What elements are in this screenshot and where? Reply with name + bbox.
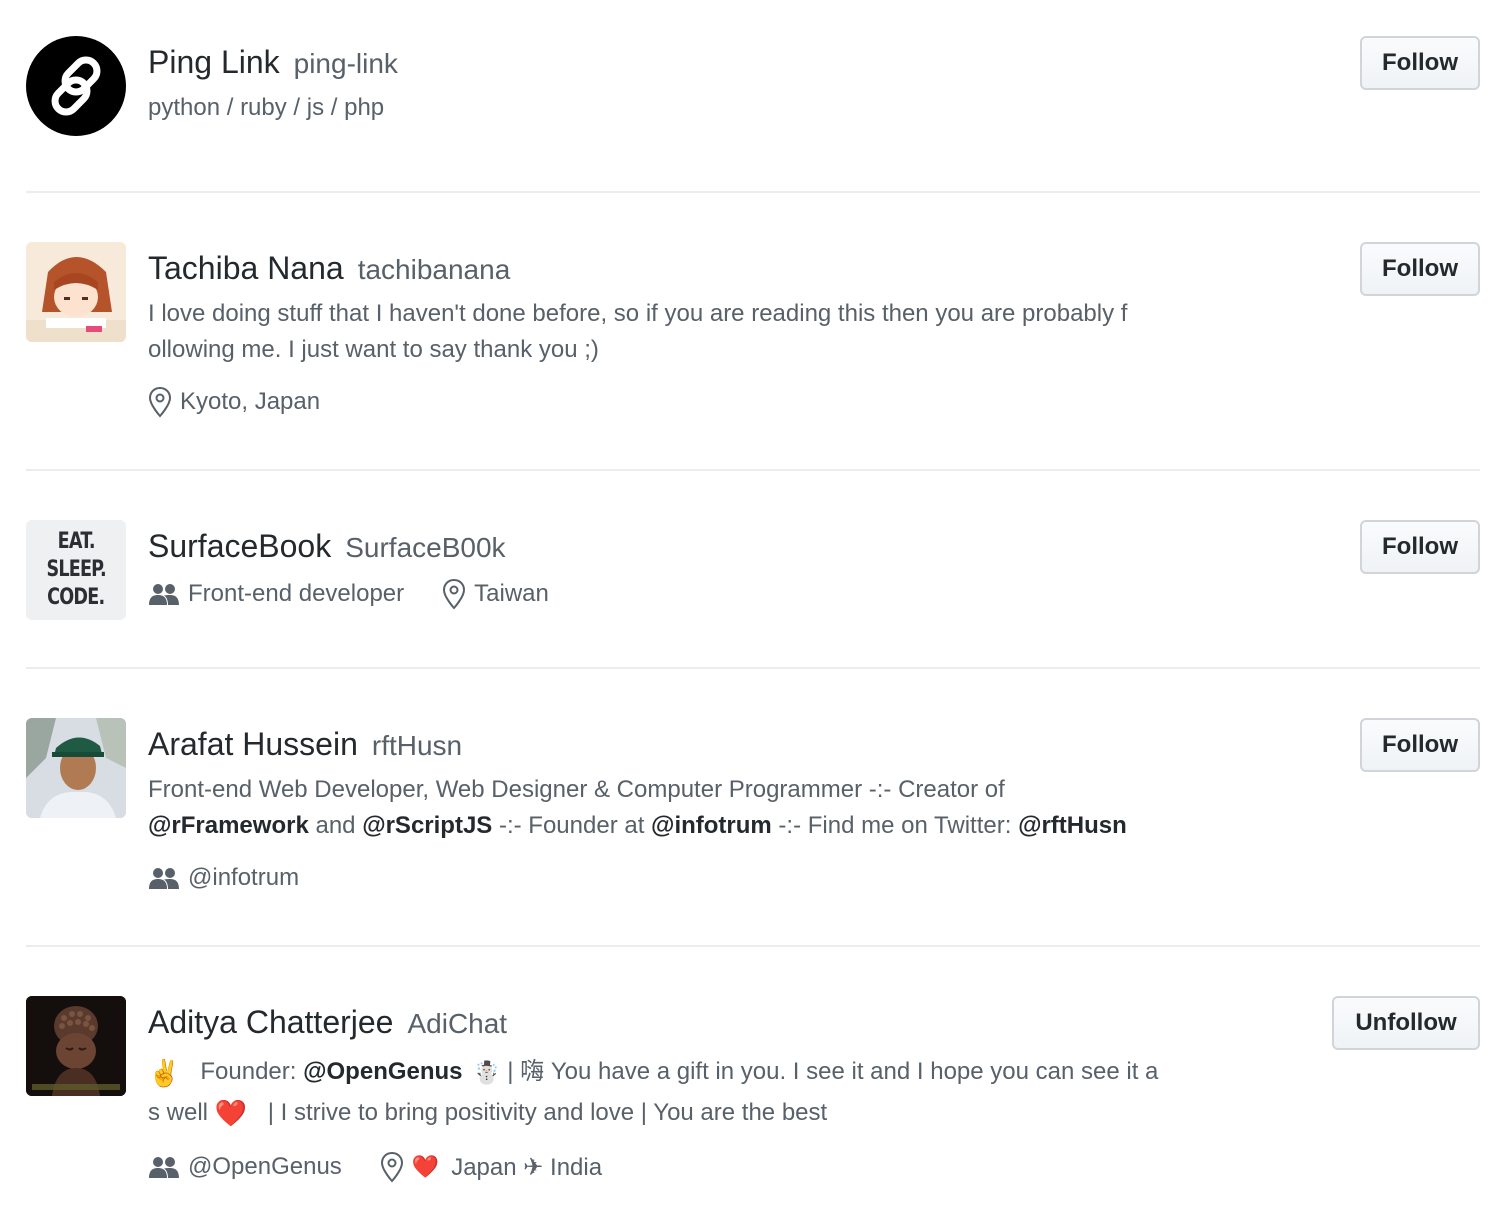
user-meta: @OpenGenus ❤️ Japan ✈ India bbox=[148, 1149, 1208, 1185]
mention-link[interactable]: @rFramework bbox=[148, 812, 309, 839]
user-bio: I love doing stuff that I haven't done b… bbox=[148, 296, 1208, 368]
user-bio: python / ruby / js / php bbox=[148, 94, 385, 121]
company-item: @infotrum bbox=[148, 864, 299, 892]
snowman-emoji: ☃️ bbox=[473, 1059, 501, 1085]
bio-text: | I strive to bring positivity and love … bbox=[261, 1098, 828, 1126]
mention-link[interactable]: @infotrum bbox=[651, 812, 772, 839]
red-heart-emoji: ❤️ bbox=[411, 1154, 440, 1180]
follow-button[interactable]: Follow bbox=[1360, 520, 1480, 574]
user-location: Taiwan bbox=[474, 580, 549, 607]
bio-text: and bbox=[308, 812, 363, 839]
red-heart-emoji: ❤️ bbox=[214, 1098, 248, 1129]
user-row-adichat: Aditya Chatterjee AdiChat ✌️ Founder: @Ope… bbox=[26, 946, 1480, 1208]
user-bio: ✌️ Founder: @OpenGenus ☃️ | 嗨 You have a … bbox=[148, 1052, 1208, 1133]
user-row-surfacebook: EAT. SLEEP. CODE. SurfaceBook SurfaceB00k… bbox=[26, 470, 1480, 669]
user-company: Front-end developer bbox=[188, 580, 405, 607]
user-full-name[interactable]: Tachiba Nana bbox=[148, 250, 344, 286]
bio-text: | 嗨 You have a gift in you. I see it and… bbox=[500, 1058, 1159, 1085]
avatar[interactable] bbox=[26, 996, 126, 1096]
bio-line: s well ❤️ | I strive to bring positivity… bbox=[148, 1093, 1208, 1134]
avatar-text: EAT. bbox=[57, 529, 95, 554]
location-pin-icon bbox=[443, 578, 466, 610]
company-item: Front-end developer bbox=[148, 580, 404, 608]
user-company: @infotrum bbox=[188, 864, 300, 891]
bio-text: -:- Founder at bbox=[492, 812, 652, 839]
organization-icon bbox=[149, 868, 179, 889]
user-login[interactable]: AdiChat bbox=[407, 1008, 507, 1039]
user-meta: Front-end developer Taiwan bbox=[148, 576, 1208, 612]
user-row-ping-link: Ping Link ping-link python / ruby / js / … bbox=[26, 0, 1480, 193]
avatar-text: CODE. bbox=[47, 585, 105, 610]
organization-icon bbox=[149, 1157, 179, 1179]
location-item: ❤️ Japan ✈ India bbox=[380, 1151, 602, 1183]
bio-line: ✌️ Founder: @OpenGenus ☃️ | 嗨 You have a … bbox=[148, 1052, 1208, 1093]
location-item: Kyoto, Japan bbox=[148, 386, 320, 418]
mention-link[interactable]: @rftHusn bbox=[1018, 812, 1127, 839]
avatar-anime-girl-image bbox=[26, 242, 126, 342]
bio-text: -:- Find me on Twitter: bbox=[771, 812, 1019, 839]
bio-line: I love doing stuff that I haven't done b… bbox=[148, 300, 1128, 327]
user-bio: Front-end Web Developer, Web Designer & … bbox=[148, 772, 1208, 844]
location-pin-icon bbox=[380, 1152, 403, 1183]
user-login[interactable]: SurfaceB00k bbox=[345, 532, 505, 563]
user-meta: @infotrum bbox=[148, 860, 1208, 896]
avatar[interactable] bbox=[26, 36, 126, 136]
bio-line: ollowing me. I just want to say thank yo… bbox=[148, 336, 599, 363]
avatar-buddha-image bbox=[26, 996, 126, 1096]
follow-button[interactable]: Follow bbox=[1360, 718, 1480, 772]
location-item: Taiwan bbox=[442, 578, 549, 610]
avatar[interactable]: EAT. SLEEP. CODE. bbox=[26, 520, 126, 620]
user-full-name[interactable]: Arafat Hussein bbox=[148, 726, 358, 762]
location-pin-icon bbox=[148, 386, 172, 418]
company-item: @OpenGenus bbox=[148, 1153, 342, 1181]
mention-link[interactable]: @OpenGenus bbox=[303, 1058, 462, 1085]
avatar[interactable] bbox=[26, 718, 126, 818]
bio-text: s well bbox=[148, 1098, 215, 1126]
follow-button[interactable]: Follow bbox=[1360, 242, 1480, 296]
avatar-man-photo-image bbox=[26, 718, 126, 818]
user-row-rfthusn: Arafat Hussein rftHusn Front-end Web Deve… bbox=[26, 668, 1480, 947]
user-login[interactable]: tachibanana bbox=[358, 254, 511, 285]
organization-icon bbox=[149, 584, 179, 605]
user-row-tachibanana: Tachiba Nana tachibanana I love doing stu… bbox=[26, 192, 1480, 471]
user-location: Japan ✈ India bbox=[451, 1153, 603, 1181]
user-full-name[interactable]: SurfaceBook bbox=[148, 528, 331, 564]
user-company: @OpenGenus bbox=[188, 1153, 342, 1181]
link-icon bbox=[51, 56, 101, 116]
user-full-name[interactable]: Ping Link bbox=[148, 44, 280, 80]
avatar-text: SLEEP. bbox=[46, 557, 106, 582]
unfollow-button[interactable]: Unfollow bbox=[1332, 996, 1480, 1050]
user-login[interactable]: ping-link bbox=[294, 48, 398, 79]
avatar[interactable] bbox=[26, 242, 126, 342]
bio-line: Front-end Web Developer, Web Designer & … bbox=[148, 776, 1005, 803]
user-login[interactable]: rftHusn bbox=[372, 730, 462, 761]
user-meta: Kyoto, Japan bbox=[148, 384, 1208, 420]
user-location: Kyoto, Japan bbox=[180, 388, 321, 415]
bio-line: @rFramework and @rScriptJS -:- Founder a… bbox=[148, 808, 1208, 844]
bio-text: Founder: bbox=[200, 1058, 304, 1085]
mention-link[interactable]: @rScriptJS bbox=[362, 812, 492, 839]
user-full-name[interactable]: Aditya Chatterjee bbox=[148, 1004, 393, 1040]
victory-hand-emoji: ✌️ bbox=[148, 1057, 181, 1088]
follow-button[interactable]: Follow bbox=[1360, 36, 1480, 90]
